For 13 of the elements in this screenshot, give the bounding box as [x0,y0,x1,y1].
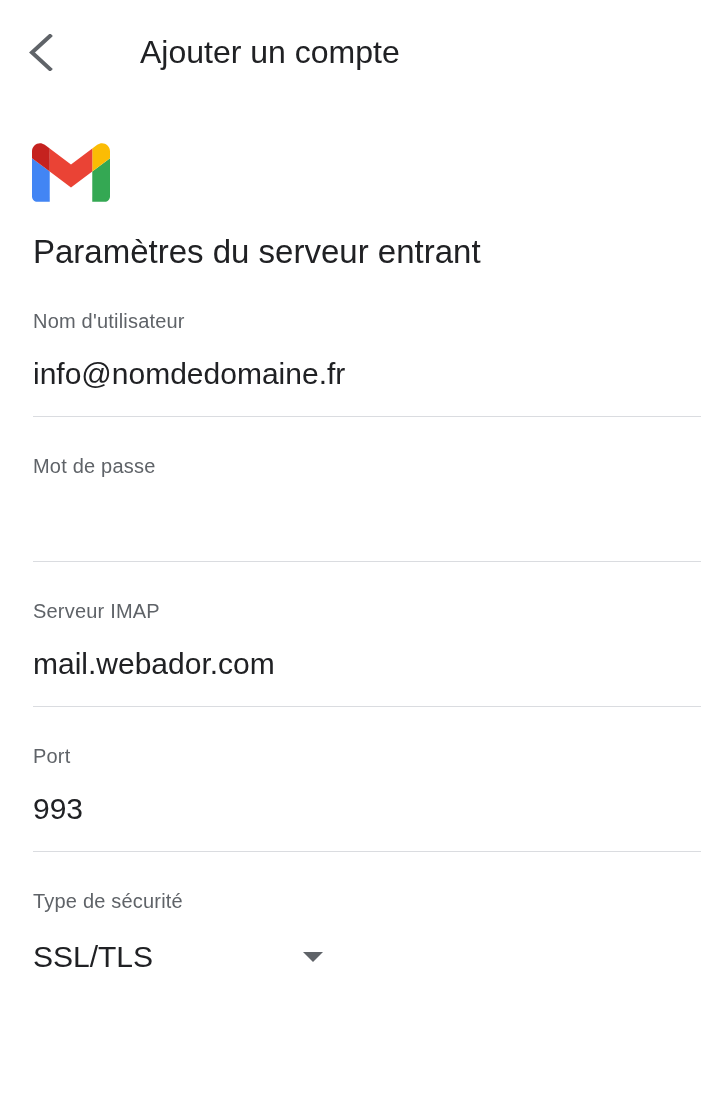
security-type-dropdown[interactable]: SSL/TLS [33,936,323,978]
section-heading: Paramètres du serveur entrant [33,232,481,272]
field-label: Mot de passe [33,454,157,478]
text-field[interactable]: info@nomdedomaine.fr [33,354,701,417]
field-label: Port [33,744,72,768]
field-label: Type de sécurité [33,889,184,913]
caret-icon [303,952,323,962]
text-field[interactable]: mail.webador.com [33,644,701,707]
text-field[interactable]: 993 [33,789,701,852]
page-title: Ajouter un compte [140,33,400,72]
field-label: Nom d'utilisateur [33,309,186,333]
field-label: Serveur IMAP [33,599,161,623]
m-logo-icon [32,143,110,202]
